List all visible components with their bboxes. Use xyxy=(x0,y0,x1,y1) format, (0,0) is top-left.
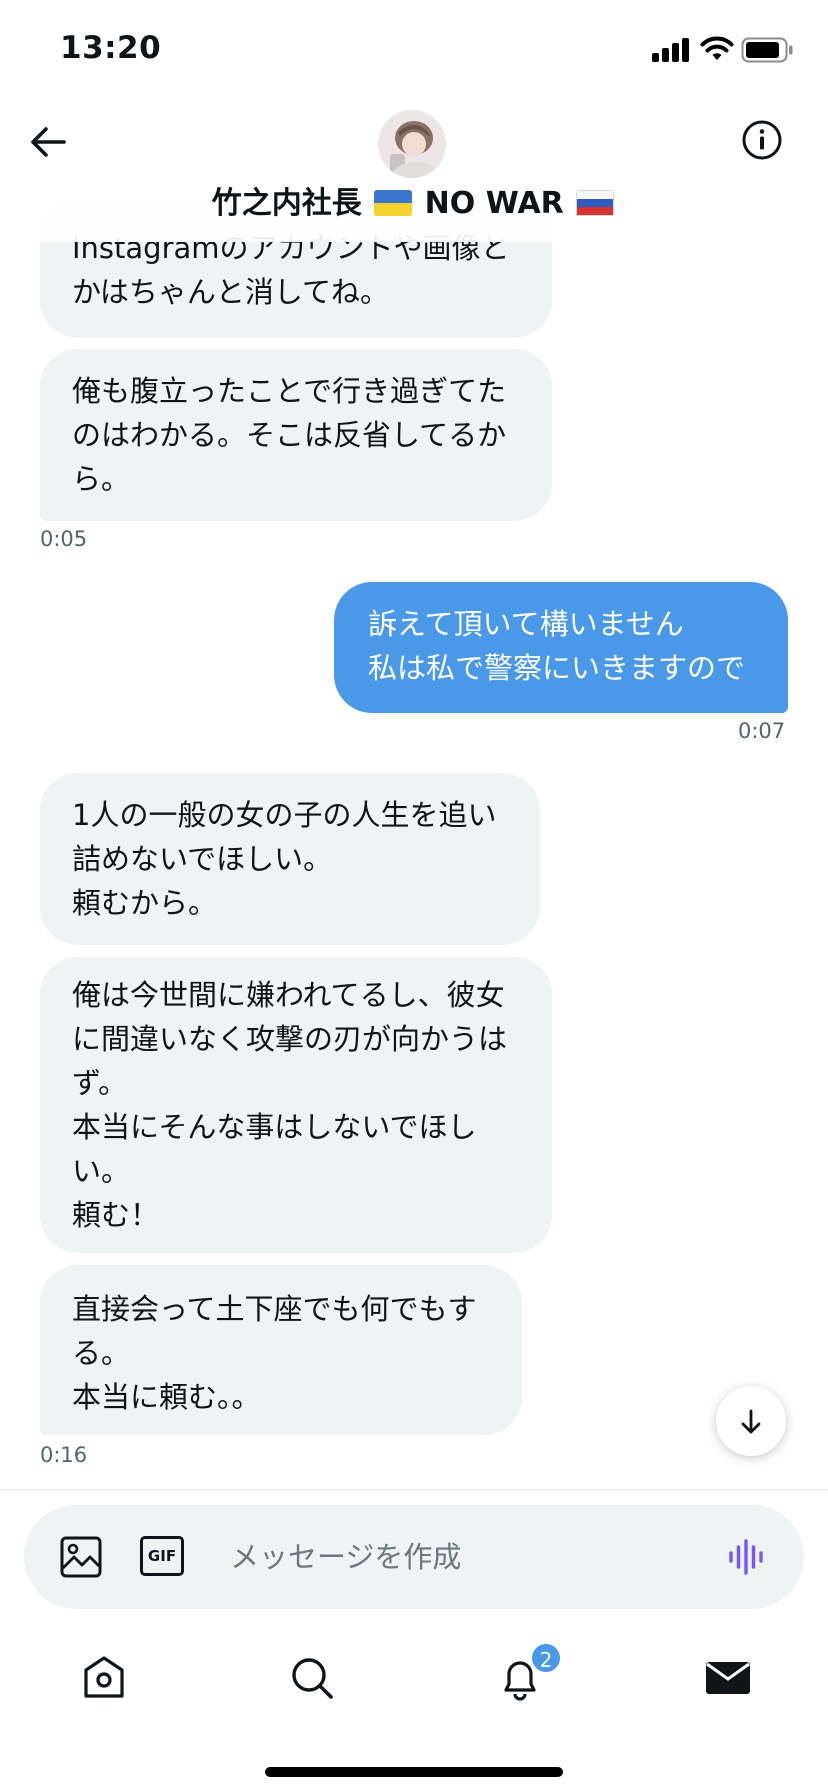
contact-name-suffix: NO WAR xyxy=(424,186,564,221)
home-icon[interactable] xyxy=(76,1650,132,1706)
status-time: 13:20 xyxy=(60,30,162,66)
info-icon[interactable] xyxy=(740,118,784,162)
ukraine-flag-icon xyxy=(374,190,413,216)
message-timestamp: 0:05 xyxy=(40,527,88,551)
message-bubble-incoming[interactable]: 俺も腹立ったことで行き過ぎてた のはわかる。そこは反省してるか ら。 xyxy=(40,349,552,521)
image-icon[interactable] xyxy=(60,1536,102,1578)
mail-icon[interactable] xyxy=(700,1650,756,1706)
notifications-badge: 2 xyxy=(530,1642,562,1674)
gif-icon[interactable]: GIF xyxy=(140,1536,184,1576)
avatar[interactable] xyxy=(378,110,446,178)
arrow-down-icon xyxy=(741,1409,761,1434)
cellular-signal-icon xyxy=(652,38,692,62)
avatar-image xyxy=(378,110,446,178)
back-arrow-icon[interactable] xyxy=(26,120,70,164)
message-bubble-incoming[interactable]: 直接会って土下座でも何でもす る。 本当に頼む。。 xyxy=(40,1265,522,1435)
battery-icon xyxy=(741,37,793,63)
home-indicator xyxy=(265,1767,563,1777)
message-bubble-incoming[interactable]: 1人の一般の女の子の人生を追い 詰めないでほしい。 頼むから。 xyxy=(40,773,540,945)
contact-name-text: 竹之内社長 xyxy=(211,186,362,221)
contact-name[interactable]: 竹之内社長 NO WAR xyxy=(0,184,828,224)
search-icon[interactable] xyxy=(284,1650,340,1706)
composer-divider xyxy=(0,1489,828,1490)
message-timestamp: 0:16 xyxy=(40,1443,88,1467)
message-timestamp: 0:07 xyxy=(738,719,786,743)
message-bubble-incoming[interactable]: 俺は今世間に嫌われてるし、彼女 に間違いなく攻撃の刃が向かうは ず。 本当にそん… xyxy=(40,957,552,1253)
message-bubble-outgoing[interactable]: 訴えて頂いて構いません 私は私で警察にいきますので xyxy=(334,582,788,713)
bottom-tab-bar xyxy=(0,1620,828,1740)
voice-icon[interactable] xyxy=(728,1539,764,1575)
message-composer: GIF xyxy=(24,1505,804,1609)
status-bar: 13:20 xyxy=(0,0,828,100)
wifi-icon xyxy=(700,36,734,60)
message-input[interactable] xyxy=(230,1533,690,1581)
russia-flag-icon xyxy=(576,190,615,216)
scroll-to-bottom-button[interactable] xyxy=(716,1386,786,1456)
gif-label: GIF xyxy=(147,1547,177,1565)
